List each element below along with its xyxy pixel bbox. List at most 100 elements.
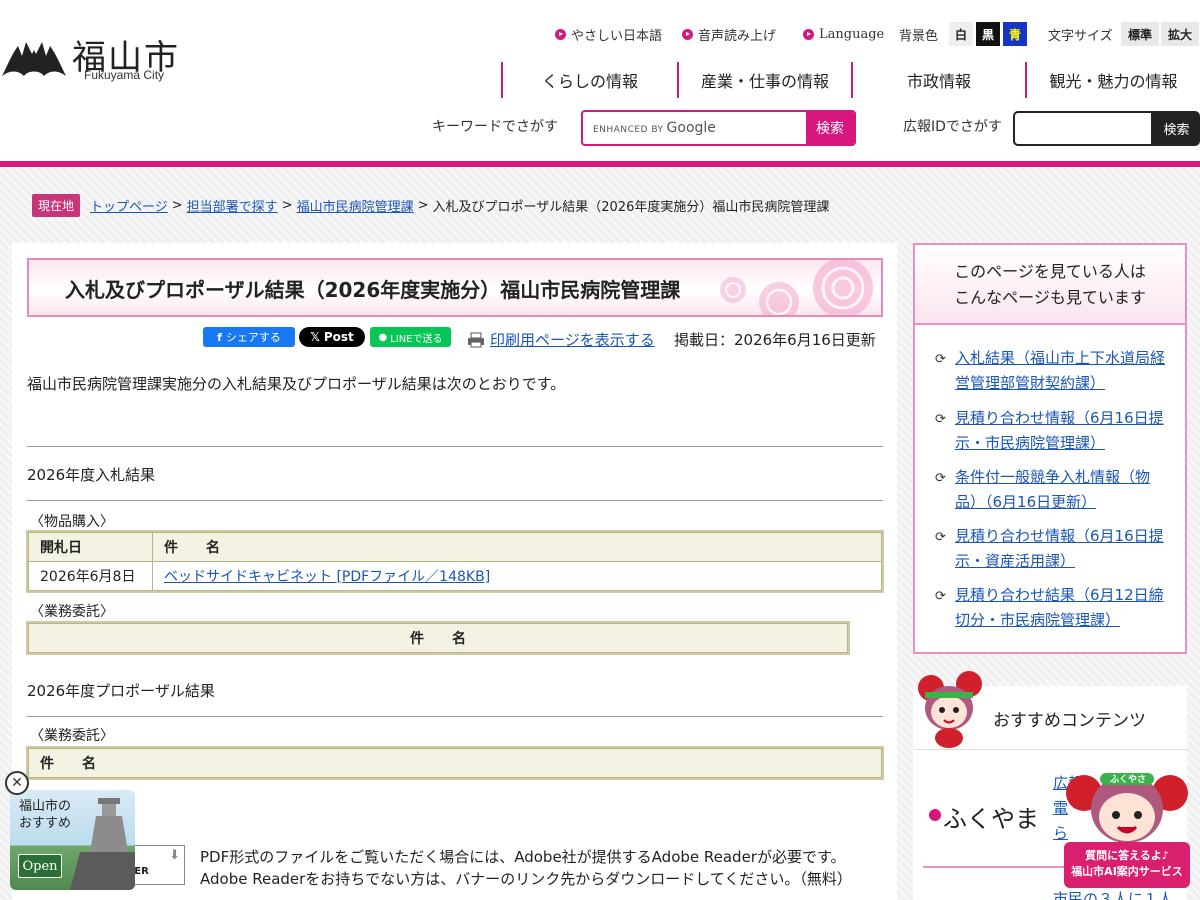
easy-japanese-link[interactable]: やさしい日本語 [555, 22, 662, 46]
font-large-button[interactable]: 拡大 [1161, 22, 1199, 46]
osusume-line-2: おすすめ [19, 816, 72, 831]
ai-mascot-headband-text: ふくやさ [1110, 775, 1147, 785]
refresh-icon: ⟳ [935, 352, 946, 367]
read-aloud-label: 音声読み上げ [698, 28, 777, 44]
breadcrumb-top[interactable]: トップページ [90, 196, 168, 215]
easy-japanese-label: やさしい日本語 [571, 28, 663, 44]
caption-service-proposal: 〈業務委託〉 [30, 728, 114, 744]
open-button[interactable]: Open [18, 854, 62, 878]
nav-industry[interactable]: 産業・仕事の情報 [677, 62, 851, 98]
osusume-line-1: 福山市の [19, 799, 72, 814]
pdf-notice-line-2: Adobe Readerをお持ちでない方は、バナーのリンク先からダウンロードして… [200, 870, 852, 888]
table-header-row: 件 名 [28, 623, 848, 653]
related-item: ⟳ 入札結果（福山市上下水道局経営管理部管財契約課） [935, 346, 1165, 396]
line-share-button[interactable]: ● LINEで送る [370, 327, 451, 347]
section-bid-results: 2026年度入札結果 [27, 466, 156, 484]
facebook-share-label: シェアする [225, 331, 281, 344]
rose-decoration-icon [720, 260, 873, 315]
language-label: Language [819, 26, 885, 42]
brand-small: ENHANCED BY [593, 125, 664, 135]
intro-text: 福山市民病院管理課実施分の入札結果及びプロポーザル結果は次のとおりです。 [27, 375, 566, 393]
x-post-button[interactable]: 𝕏 Post [299, 327, 365, 347]
recommended-heading-area: おすすめコンテンツ [913, 671, 1187, 750]
printer-icon [468, 332, 484, 347]
section-divider [27, 446, 883, 447]
breadcrumb-department[interactable]: 担当部署で探す [187, 196, 278, 215]
bat-logo-icon [2, 42, 66, 76]
keyword-search: ENHANCED BY Google 検索 [581, 110, 856, 146]
section-divider [27, 500, 883, 501]
main-content: 入札及びプロポーザル結果（2026年度実施分）福山市民病院管理課 f シェアする … [12, 243, 897, 900]
nav-tourism[interactable]: 観光・魅力の情報 [1025, 62, 1200, 98]
col-header-date: 開札日 [28, 532, 153, 562]
facebook-share-button[interactable]: f シェアする [203, 327, 295, 347]
site-logo[interactable]: 福山市 Fukuyama City [2, 28, 187, 88]
keyword-search-button[interactable]: 検索 [806, 112, 854, 144]
related-item: ⟳ 見積り合わせ情報（6月16日提示・市民病院管理課） [935, 406, 1165, 456]
site-header: 福山市 Fukuyama City やさしい日本語 音声読み上げ Languag… [0, 0, 1200, 168]
nav-living[interactable]: くらしの情報 [501, 62, 677, 98]
related-pages-heading: このページを見ている人は こんなページも見ています [915, 245, 1185, 325]
arrow-bullet-icon [803, 28, 814, 40]
current-location-badge: 現在地 [32, 194, 81, 217]
related-link[interactable]: 見積り合わせ結果（6月12日締切分・市民病院管理課） [955, 583, 1165, 633]
koho-fukuyama-banner[interactable]: ふくやま [913, 761, 1048, 861]
refresh-icon: ⟳ [935, 471, 946, 486]
facebook-icon: f [217, 330, 222, 344]
nav-city-admin[interactable]: 市政情報 [851, 62, 1025, 98]
goods-table: 開札日 件 名 2026年6月8日 ベッドサイドキャビネット [PDFファイル／… [26, 530, 884, 593]
x-post-label: Post [323, 330, 354, 344]
related-link[interactable]: 条件付一般競争入札情報（物品）（6月16日更新） [955, 465, 1165, 515]
osusume-widget[interactable]: 福山市の おすすめ Open [10, 790, 135, 890]
bg-white-button[interactable]: 白 [949, 22, 973, 46]
ai-guide-widget[interactable]: ふくやさ 質問に答えるよ♪ 福山市AI案内サービス [1062, 765, 1192, 890]
recommended-title: おすすめコンテンツ [993, 711, 1146, 731]
print-page-link[interactable]: 印刷用ページを表示する [467, 329, 655, 350]
related-item: ⟳ 見積り合わせ結果（6月12日締切分・市民病院管理課） [935, 583, 1165, 633]
line-icon: ● [378, 331, 388, 343]
proposal-table: 件 名 [26, 746, 884, 780]
font-standard-button[interactable]: 標準 [1121, 22, 1159, 46]
related-link[interactable]: 入札結果（福山市上下水道局経営管理部管財契約課） [955, 346, 1165, 396]
table-row: 2026年6月8日 ベッドサイドキャビネット [PDFファイル／148KB] [28, 561, 882, 591]
table-header-row: 件 名 [28, 748, 882, 778]
bg-blue-button[interactable]: 青 [1003, 22, 1027, 46]
line-share-label: LINEで送る [390, 333, 443, 345]
table-header-row: 開札日 件 名 [28, 532, 882, 562]
id-search-button[interactable]: 検索 [1153, 111, 1200, 146]
font-size-label: 文字サイズ [1048, 28, 1113, 44]
row-date: 2026年6月8日 [28, 561, 153, 591]
koho-logo-text: ふくやま [943, 805, 1039, 833]
related-pages-panel: このページを見ている人は こんなページも見ています ⟳ 入札結果（福山市上下水道局… [913, 243, 1187, 654]
pdf-notice-line-1: PDF形式のファイルをご覧いただく場合には、Adobe社が提供するAdobe R… [200, 848, 846, 866]
brand-google: Google [666, 120, 716, 136]
language-link[interactable]: Language [803, 22, 884, 46]
google-branding: ENHANCED BY Google [593, 120, 716, 136]
section-proposal-results: 2026年度プロポーザル結果 [27, 682, 215, 700]
ai-guide-button[interactable]: 質問に答えるよ♪ 福山市AI案内サービス [1064, 842, 1190, 888]
related-heading-line-2: こんなページも見ています [954, 288, 1146, 307]
koho-badge-icon [929, 809, 941, 821]
id-search-input[interactable] [1013, 111, 1153, 146]
row-name-link[interactable]: ベッドサイドキャビネット [PDFファイル／148KB] [164, 569, 490, 585]
related-item: ⟳ 見積り合わせ情報（6月16日提示・資産活用課） [935, 524, 1165, 574]
related-link[interactable]: 見積り合わせ情報（6月16日提示・資産活用課） [955, 524, 1165, 574]
caption-goods: 〈物品購入〉 [30, 514, 114, 530]
related-link[interactable]: 見積り合わせ情報（6月16日提示・市民病院管理課） [955, 406, 1165, 456]
arrow-bullet-icon [682, 28, 693, 40]
col-header-name: 件 名 [152, 532, 882, 562]
osusume-label: 福山市の おすすめ [19, 798, 71, 832]
arrow-bullet-icon [555, 28, 566, 40]
close-icon[interactable]: ✕ [5, 771, 29, 795]
col-header-name: 件 名 [28, 623, 848, 653]
page-title-banner: 入札及びプロポーザル結果（2026年度実施分）福山市民病院管理課 [27, 258, 883, 317]
bg-black-button[interactable]: 黒 [976, 22, 1000, 46]
pdf-notice: PDF形式のファイルをご覧いただく場合には、Adobe社が提供するAdobe R… [200, 846, 852, 890]
refresh-icon: ⟳ [935, 589, 946, 604]
read-aloud-link[interactable]: 音声読み上げ [682, 22, 776, 46]
breadcrumb-hospital-admin[interactable]: 福山市民病院管理課 [297, 196, 414, 215]
row-name-cell: ベッドサイドキャビネット [PDFファイル／148KB] [152, 561, 882, 591]
print-page-label[interactable]: 印刷用ページを表示する [490, 329, 655, 350]
bg-color-label: 背景色 [899, 28, 939, 44]
page-title: 入札及びプロポーザル結果（2026年度実施分）福山市民病院管理課 [65, 278, 681, 302]
